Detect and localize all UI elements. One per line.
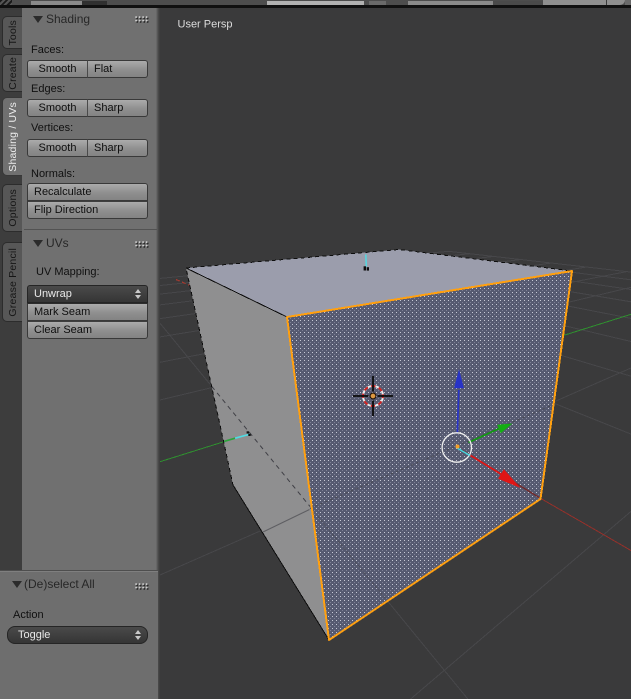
svg-text:User Persp: User Persp (178, 19, 233, 31)
